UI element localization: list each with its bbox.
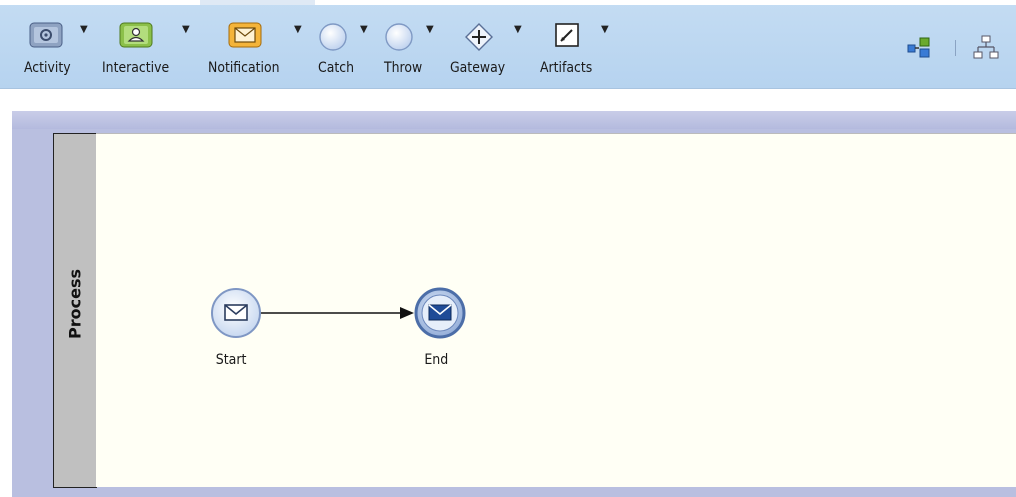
tool-notification-label: Notification	[208, 60, 280, 76]
swimlane-title: Process	[54, 134, 96, 487]
toolbar-separator	[955, 40, 956, 56]
tool-throw-label: Throw	[384, 60, 423, 76]
toolbar: ▼ Activity ▼ Interactive ▼ Notification	[0, 0, 1016, 89]
start-event[interactable]	[211, 288, 261, 338]
chevron-down-icon[interactable]: ▼	[514, 25, 522, 35]
tool-notification[interactable]: ▼ Notification	[208, 16, 308, 84]
gear-icon	[29, 22, 63, 48]
tool-interactive-label: Interactive	[102, 60, 170, 76]
toolbar-tab-highlight	[200, 0, 315, 5]
auto-layout-icon[interactable]	[972, 34, 1000, 62]
catch-event-icon	[319, 23, 347, 51]
end-event[interactable]	[414, 287, 466, 339]
tool-gateway[interactable]: ▼ Gateway	[450, 16, 530, 84]
chevron-down-icon[interactable]: ▼	[182, 25, 190, 35]
toolbar-gap	[0, 89, 1016, 111]
tool-catch[interactable]: ▼ Catch	[316, 16, 376, 84]
tool-activity-label: Activity	[24, 60, 71, 76]
tool-catch-label: Catch	[318, 60, 354, 76]
gateway-icon	[465, 23, 493, 51]
start-event-label: Start	[215, 352, 247, 368]
tool-artifacts-label: Artifacts	[540, 60, 593, 76]
tool-throw[interactable]: ▼ Throw	[382, 16, 442, 84]
connect-shapes-icon[interactable]	[906, 36, 932, 60]
swimlane-title-text: Process	[65, 269, 85, 339]
chevron-down-icon[interactable]: ▼	[360, 25, 368, 35]
end-event-label: End	[424, 352, 449, 368]
toolbar-top-edge	[0, 0, 1016, 5]
tool-activity[interactable]: ▼ Activity	[24, 16, 90, 84]
chevron-down-icon[interactable]: ▼	[294, 25, 302, 35]
annotation-icon	[555, 23, 579, 47]
tool-gateway-label: Gateway	[450, 60, 506, 76]
swimlane-header[interactable]: Process	[53, 133, 97, 488]
message-end-event-icon	[428, 304, 452, 321]
chevron-down-icon[interactable]: ▼	[601, 25, 609, 35]
tool-interactive[interactable]: ▼ Interactive	[102, 16, 198, 84]
user-task-icon	[119, 22, 153, 48]
canvas-top-band	[12, 111, 1016, 129]
message-start-event-icon	[224, 304, 248, 321]
envelope-icon	[228, 22, 262, 48]
chevron-down-icon[interactable]: ▼	[80, 25, 88, 35]
tool-artifacts[interactable]: ▼ Artifacts	[540, 16, 620, 84]
throw-event-icon	[385, 23, 413, 51]
chevron-down-icon[interactable]: ▼	[426, 25, 434, 35]
